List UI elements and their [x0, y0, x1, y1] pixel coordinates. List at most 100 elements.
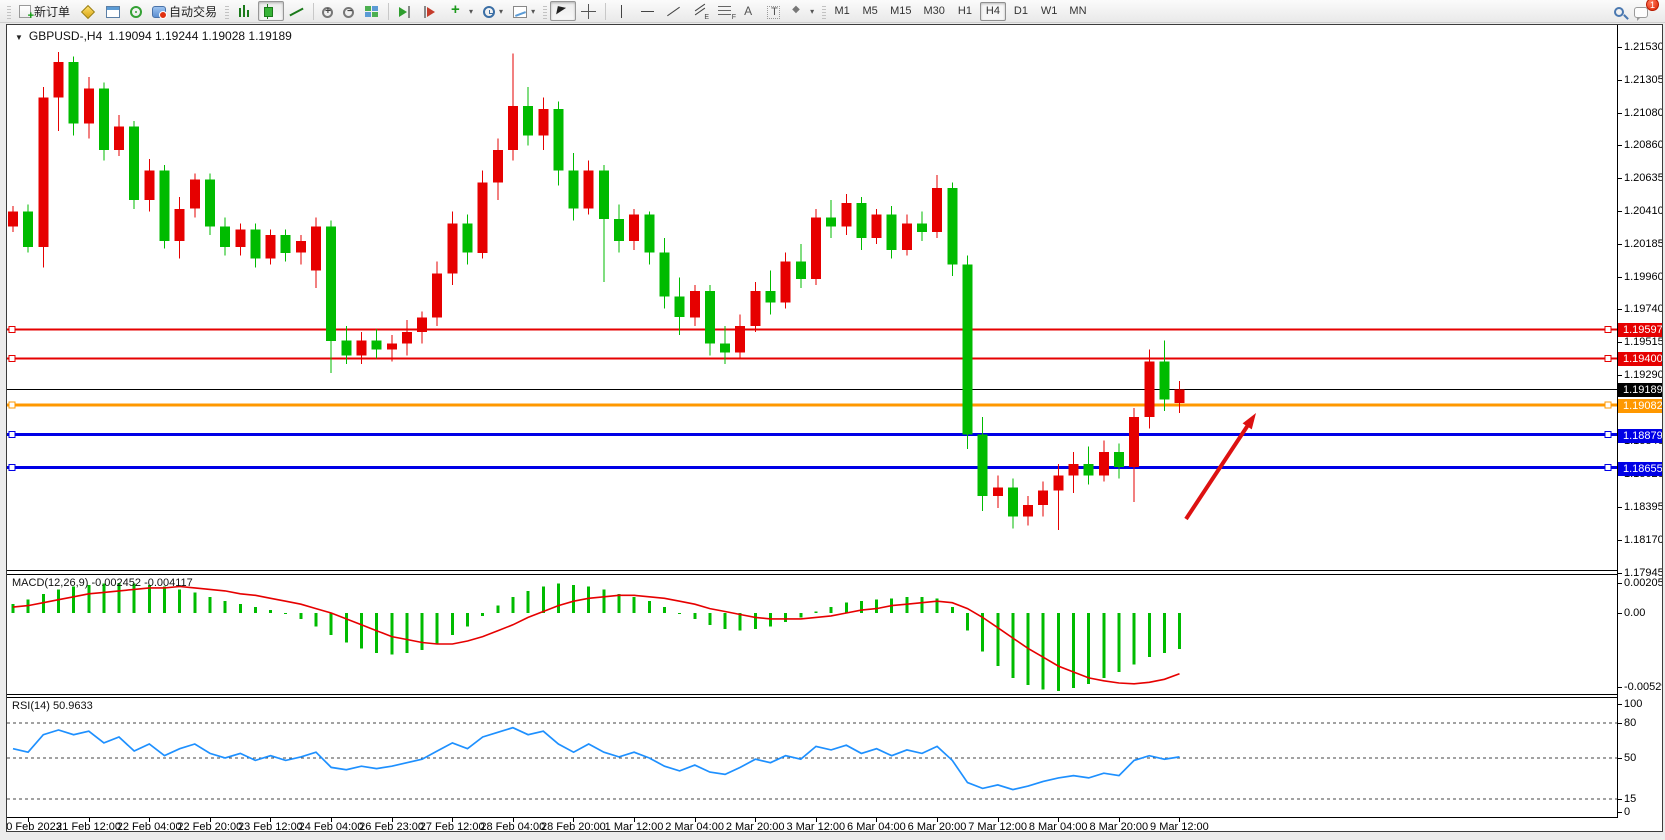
- clock-icon: [483, 6, 495, 18]
- fibonacci-button[interactable]: [713, 1, 736, 21]
- shapes-button[interactable]: [785, 1, 819, 21]
- hline-price-label: 1.18879: [1618, 429, 1663, 443]
- ohlc-values: 1.19094 1.19244 1.19028 1.19189: [108, 29, 292, 43]
- time-axis-label: 2 Mar 04:00: [665, 821, 724, 832]
- macd-panel[interactable]: MACD(12,26,9) -0.002452 -0.004117: [7, 574, 1617, 695]
- equidistant-channel-button[interactable]: [687, 1, 713, 21]
- dropdown-arrow-icon: [810, 7, 814, 16]
- price-axis[interactable]: 1.215301.213051.210801.208601.206351.204…: [1617, 25, 1663, 818]
- tab-timeframe-M1[interactable]: M1: [829, 2, 855, 21]
- horizontal-line-icon: [640, 4, 656, 19]
- dropdown-arrow-icon: [469, 7, 473, 16]
- auto-trading-button[interactable]: 自动交易: [147, 1, 222, 21]
- text-label-button[interactable]: [762, 1, 785, 21]
- crosshair-button[interactable]: [576, 1, 602, 21]
- auto-trading-icon: [152, 6, 166, 18]
- time-axis-label: 27 Feb 12:00: [420, 821, 485, 832]
- chat-bubble-icon: [1634, 7, 1648, 18]
- time-axis-label: 21 Feb 12:00: [56, 821, 121, 832]
- notification-badge: 1: [1646, 0, 1659, 11]
- data-window-button[interactable]: [101, 1, 125, 21]
- tab-timeframe-D1[interactable]: D1: [1008, 2, 1034, 21]
- new-order-icon: [19, 5, 31, 18]
- time-axis-label: 23 Feb 12:00: [238, 821, 303, 832]
- time-axis-label: 8 Mar 04:00: [1029, 821, 1088, 832]
- hline-price-label: 1.18655: [1618, 462, 1663, 476]
- macd-plot[interactable]: [7, 575, 1617, 701]
- price-plot[interactable]: [7, 25, 1617, 576]
- symbol-period-label: GBPUSD-,H4: [29, 29, 102, 43]
- tab-timeframe-M15[interactable]: M15: [885, 2, 916, 21]
- text-button[interactable]: [736, 1, 762, 21]
- time-axis-label: 20 Feb 2023: [7, 821, 62, 832]
- bar-chart-icon: [237, 4, 253, 19]
- horizontal-line-button[interactable]: [635, 1, 661, 21]
- search-button[interactable]: [1609, 1, 1629, 21]
- tab-timeframe-W1[interactable]: W1: [1036, 2, 1063, 21]
- indicators-icon: [449, 4, 465, 19]
- line-chart-icon: [289, 4, 305, 19]
- rsi-label: RSI(14) 50.9633: [12, 700, 93, 712]
- time-axis-label: 3 Mar 12:00: [786, 821, 845, 832]
- time-axis[interactable]: 20 Feb 202321 Feb 12:0022 Feb 04:0022 Fe…: [7, 818, 1663, 832]
- signals-icon: [130, 6, 142, 18]
- notifications-button[interactable]: 1: [1629, 1, 1653, 21]
- toolbar-grip[interactable]: [225, 4, 229, 19]
- templates-icon: [513, 6, 527, 18]
- toolbar-separator: [388, 3, 389, 20]
- tile-windows-button[interactable]: [359, 1, 385, 21]
- candlestick-chart-button[interactable]: [258, 1, 284, 21]
- time-axis-label: 9 Mar 12:00: [1150, 821, 1209, 832]
- chart-dropdown-icon[interactable]: [15, 29, 23, 43]
- tab-timeframe-MN[interactable]: MN: [1064, 2, 1091, 21]
- bar-chart-button[interactable]: [232, 1, 258, 21]
- toolbar-grip[interactable]: [822, 4, 826, 19]
- toolbar: 新订单 自动交易: [0, 0, 1665, 23]
- tab-timeframe-M30[interactable]: M30: [919, 2, 950, 21]
- fibonacci-icon: [718, 6, 731, 18]
- time-axis-label: 7 Mar 12:00: [968, 821, 1027, 832]
- tab-timeframe-H4[interactable]: H4: [980, 2, 1006, 21]
- dropdown-arrow-icon: [499, 7, 503, 16]
- time-axis-label: 22 Feb 04:00: [117, 821, 182, 832]
- market-watch-button[interactable]: [75, 1, 101, 21]
- hline-price-label: 1.19082: [1618, 399, 1663, 413]
- indicators-button[interactable]: [444, 1, 478, 21]
- time-axis-label: 6 Mar 20:00: [908, 821, 967, 832]
- time-axis-label: 28 Feb 20:00: [541, 821, 606, 832]
- cursor-icon: [555, 4, 571, 19]
- rsi-panel[interactable]: RSI(14) 50.9633: [7, 697, 1617, 818]
- timeframe-group: M1M5M15M30H1H4D1W1MN: [829, 2, 1091, 21]
- rsi-plot[interactable]: [7, 698, 1617, 824]
- chart-title: GBPUSD-,H4 1.19094 1.19244 1.19028 1.191…: [15, 29, 292, 43]
- time-axis-label: 1 Mar 12:00: [605, 821, 664, 832]
- toolbar-grip[interactable]: [7, 4, 11, 19]
- tab-timeframe-H1[interactable]: H1: [952, 2, 978, 21]
- time-axis-label: 22 Feb 20:00: [177, 821, 242, 832]
- toolbar-grip[interactable]: [543, 4, 547, 19]
- time-axis-label: 2 Mar 20:00: [726, 821, 785, 832]
- trendline-icon: [666, 4, 682, 19]
- signals-button[interactable]: [125, 1, 147, 21]
- auto-scroll-button[interactable]: [392, 1, 418, 21]
- zoom-out-icon: [343, 7, 354, 18]
- vertical-line-button[interactable]: [609, 1, 635, 21]
- time-axis-label: 24 Feb 04:00: [299, 821, 364, 832]
- price-panel[interactable]: GBPUSD-,H4 1.19094 1.19244 1.19028 1.191…: [7, 25, 1617, 571]
- periods-button[interactable]: [478, 1, 508, 21]
- candlestick-chart-icon: [263, 4, 279, 19]
- time-axis-label: 26 Feb 23:00: [359, 821, 424, 832]
- tab-timeframe-M5[interactable]: M5: [857, 2, 883, 21]
- cursor-button[interactable]: [550, 1, 576, 21]
- trendline-button[interactable]: [661, 1, 687, 21]
- time-axis-label: 8 Mar 20:00: [1089, 821, 1148, 832]
- templates-button[interactable]: [508, 1, 540, 21]
- time-axis-label: 28 Feb 04:00: [480, 821, 545, 832]
- new-order-button[interactable]: 新订单: [14, 1, 75, 21]
- chart-window: GBPUSD-,H4 1.19094 1.19244 1.19028 1.191…: [6, 24, 1663, 832]
- zoom-in-button[interactable]: [317, 1, 338, 21]
- chart-shift-button[interactable]: [418, 1, 444, 21]
- zoom-out-button[interactable]: [338, 1, 359, 21]
- auto-scroll-icon: [397, 4, 413, 19]
- line-chart-button[interactable]: [284, 1, 310, 21]
